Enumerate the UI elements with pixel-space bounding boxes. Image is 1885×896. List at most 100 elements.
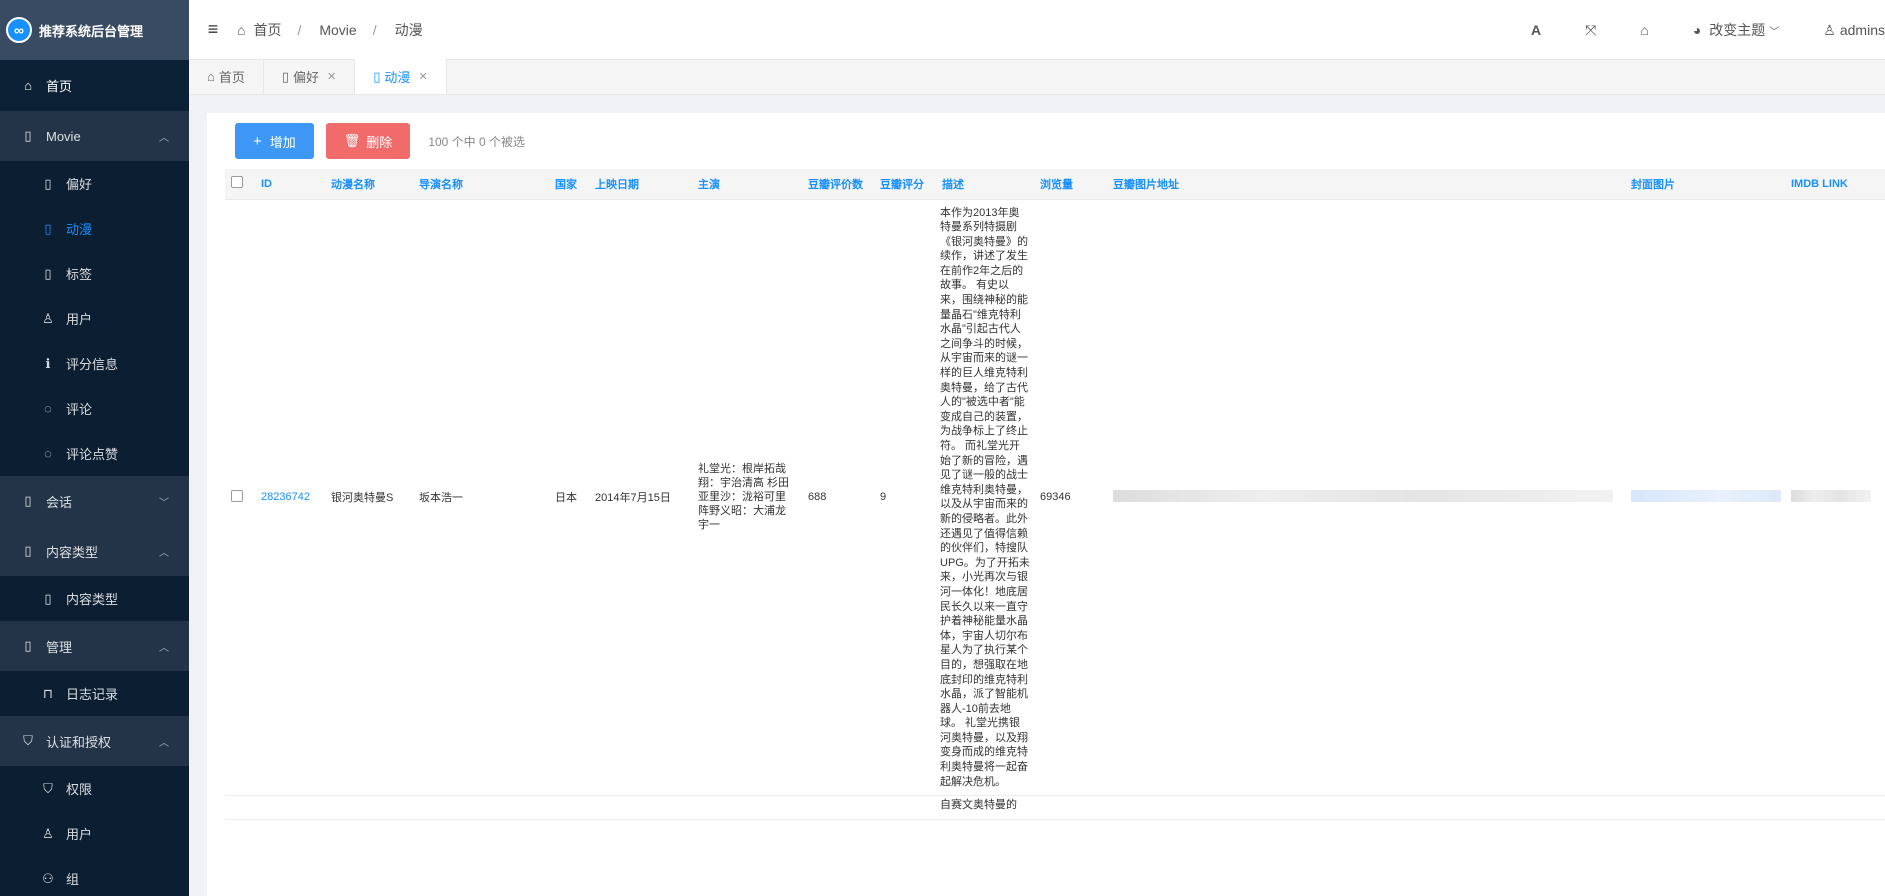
sidebar-item-label: 日志记录: [66, 687, 119, 702]
add-label: 增加: [269, 134, 296, 150]
row-checkbox[interactable]: [231, 489, 243, 502]
fullscreen-icon[interactable]: ⤧: [1585, 22, 1596, 39]
column-header-cover[interactable]: 封面图片: [1625, 169, 1785, 200]
select-all-checkbox[interactable]: [231, 176, 243, 189]
blurred-cover-url: [1631, 489, 1781, 502]
sidebar-item-logs[interactable]: ⊓ 日志记录: [0, 671, 189, 716]
sidebar-item-content-type[interactable]: ▯ 内容类型: [0, 576, 189, 621]
sidebar-item-label: 内容类型: [66, 592, 119, 607]
sidebar-group-auth[interactable]: ⛉ 认证和授权 ︿: [0, 716, 189, 766]
sidebar-item-label: 动漫: [66, 222, 93, 237]
cell-description: 自赛文奥特曼的: [936, 795, 1034, 820]
theme-button[interactable]: ◕ 改变主题 ﹀: [1693, 20, 1779, 40]
blurred-url: [1113, 489, 1613, 502]
cell-director: [413, 795, 549, 820]
sidebar-item-comment-likes[interactable]: ◌ 评论点赞: [0, 431, 189, 476]
sidebar: ∞ 推荐系统后台管理 ⌂ 首页 ▯ Movie ︿ ▯ 偏好 ▯ 动漫 ▯ 标签 ♙ 用…: [0, 0, 189, 896]
cell-rating: [874, 795, 936, 820]
breadcrumb-movie[interactable]: Movie: [319, 22, 356, 38]
cell-name: [325, 795, 413, 820]
main-content: + 增加 🗑 删除 100 个中 0 个被选 ID 动漫名称 导演名称 国家 上映日…: [207, 113, 1885, 896]
file-icon: ▯: [44, 220, 52, 236]
add-button[interactable]: + 增加: [235, 123, 314, 159]
file-icon: ▯: [24, 128, 32, 143]
logo-icon: ∞: [6, 17, 32, 43]
sidebar-item-preference[interactable]: ▯ 偏好: [0, 161, 189, 206]
sidebar-item-users[interactable]: ♙ 用户: [0, 296, 189, 341]
tab-label: 动漫: [384, 70, 411, 85]
sidebar-group-admin[interactable]: ▯ 管理 ︿: [0, 621, 189, 671]
user-icon: ♙: [42, 310, 54, 326]
toolbar: + 增加 🗑 删除 100 个中 0 个被选: [207, 113, 1885, 169]
row-id-link[interactable]: 28236742: [261, 491, 310, 503]
sidebar-item-anime[interactable]: ▯ 动漫: [0, 206, 189, 251]
file-icon: ▯: [44, 175, 52, 191]
cell-views: 69346: [1034, 199, 1107, 797]
column-header-douban-image[interactable]: 豆瓣图片地址: [1107, 169, 1625, 200]
users-icon: ⚇: [42, 870, 54, 886]
font-size-button[interactable]: A: [1531, 22, 1541, 38]
sidebar-group-label: 认证和授权: [46, 734, 112, 750]
column-header-director[interactable]: 导演名称: [413, 169, 549, 200]
file-icon: ▯: [44, 590, 52, 606]
close-icon[interactable]: ✕: [327, 70, 336, 83]
cell-director: 坂本浩一: [413, 199, 549, 797]
sidebar-group-movie[interactable]: ▯ Movie ︿: [0, 111, 189, 161]
sidebar-item-comments[interactable]: ◌ 评论: [0, 386, 189, 431]
font-icon: A: [1531, 22, 1542, 38]
sidebar-item-ratings[interactable]: ℹ 评分信息: [0, 341, 189, 386]
column-header-country[interactable]: 国家: [549, 169, 589, 200]
tab-home[interactable]: ⌂ 首页: [189, 59, 264, 94]
cell-id: [255, 795, 325, 820]
cell-date: 2014年7月15日: [589, 199, 692, 797]
chevron-up-icon: ︿: [159, 642, 169, 654]
cell-rating-count: 688: [802, 199, 874, 797]
sidebar-item-home[interactable]: ⌂ 首页: [0, 60, 189, 111]
cell-cover: [1625, 199, 1785, 797]
chevron-down-icon: ﹀: [1769, 26, 1780, 38]
select-all-cell: [225, 169, 255, 200]
cell-rating-count: [802, 795, 874, 820]
cell-douban-image: [1107, 199, 1625, 797]
delete-button[interactable]: 🗑 删除: [325, 123, 411, 159]
breadcrumb-home[interactable]: 首页: [253, 20, 281, 40]
sidebar-item-groups[interactable]: ⚇ 组: [0, 856, 189, 896]
menu-toggle-icon[interactable]: ≡: [189, 19, 237, 40]
trash-icon: 🗑: [343, 133, 361, 148]
column-header-cast[interactable]: 主演: [692, 169, 802, 200]
sidebar-group-sessions[interactable]: ▯ 会话 ﹀: [0, 476, 189, 526]
chevron-down-icon: ﹀: [159, 497, 169, 509]
sidebar-item-auth-users[interactable]: ♙ 用户: [0, 811, 189, 856]
column-header-rating[interactable]: 豆瓣评分: [874, 169, 936, 200]
home-icon[interactable]: ⌂: [1640, 22, 1648, 38]
sidebar-item-permissions[interactable]: ⛉ 权限: [0, 766, 189, 811]
tab-preference[interactable]: ▯ 偏好 ✕: [264, 59, 356, 94]
column-header-views[interactable]: 浏览量: [1034, 169, 1107, 200]
user-menu[interactable]: ♙ admins: [1823, 22, 1885, 39]
column-header-name[interactable]: 动漫名称: [325, 169, 413, 200]
anime-table: ID 动漫名称 导演名称 国家 上映日期 主演 豆瓣评价数 豆瓣评分 描述 浏览…: [225, 169, 1885, 820]
cell-country: [549, 795, 589, 820]
chevron-up-icon: ︿: [159, 547, 169, 559]
sidebar-item-tags[interactable]: ▯ 标签: [0, 251, 189, 296]
selection-count: 100 个中 0 个被选: [428, 134, 526, 149]
comment-icon: ◌: [44, 401, 52, 416]
column-header-rating-count[interactable]: 豆瓣评价数: [802, 169, 874, 200]
cell-cast: [692, 795, 802, 820]
tab-label: 首页: [218, 70, 245, 85]
close-icon[interactable]: ✕: [418, 70, 427, 83]
column-header-id[interactable]: ID: [255, 169, 325, 200]
sidebar-group-label: 内容类型: [46, 544, 99, 560]
tab-anime[interactable]: ▯ 动漫 ✕: [355, 59, 447, 94]
cell-date: [589, 795, 692, 820]
column-header-description[interactable]: 描述: [936, 169, 1034, 200]
bookmark-icon: ⊓: [42, 685, 54, 701]
column-header-date[interactable]: 上映日期: [589, 169, 692, 200]
app-logo[interactable]: ∞ 推荐系统后台管理: [0, 0, 189, 60]
sidebar-group-label: 管理: [46, 639, 73, 655]
sidebar-group-content-types[interactable]: ▯ 内容类型 ︿: [0, 526, 189, 576]
column-header-imdb[interactable]: IMDB LINK: [1785, 169, 1885, 200]
cell-country: 日本: [549, 199, 589, 797]
home-icon: ⌂: [237, 21, 246, 38]
file-icon: ▯: [44, 265, 52, 281]
